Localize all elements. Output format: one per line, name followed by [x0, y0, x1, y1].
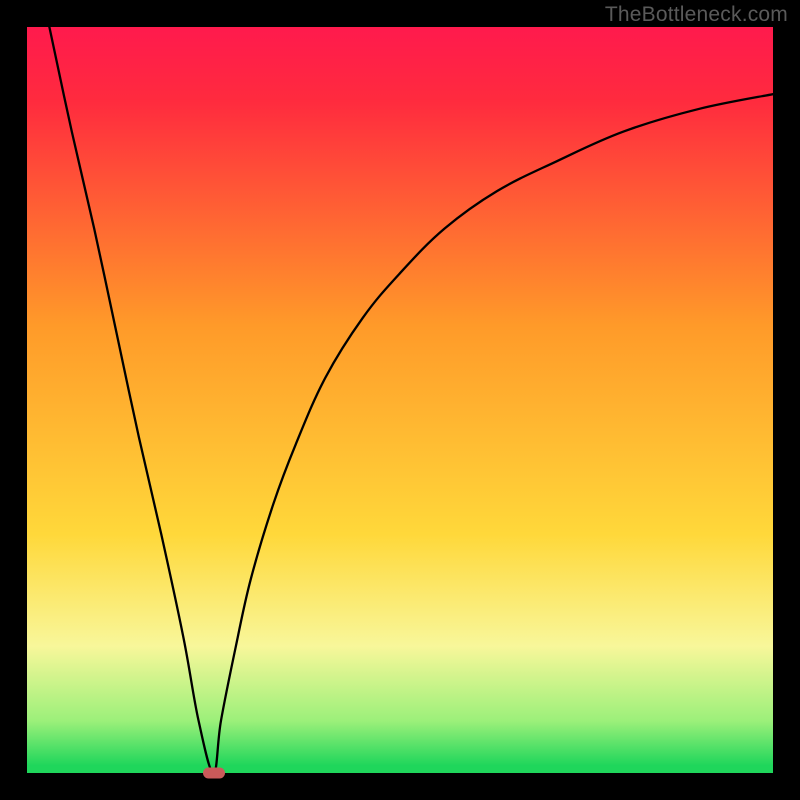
min-marker: [203, 768, 225, 779]
curve-path: [49, 27, 773, 773]
watermark-text: TheBottleneck.com: [605, 3, 788, 27]
bottleneck-curve: [27, 27, 773, 773]
chart-frame: TheBottleneck.com: [0, 0, 800, 800]
plot-area: [27, 27, 773, 773]
